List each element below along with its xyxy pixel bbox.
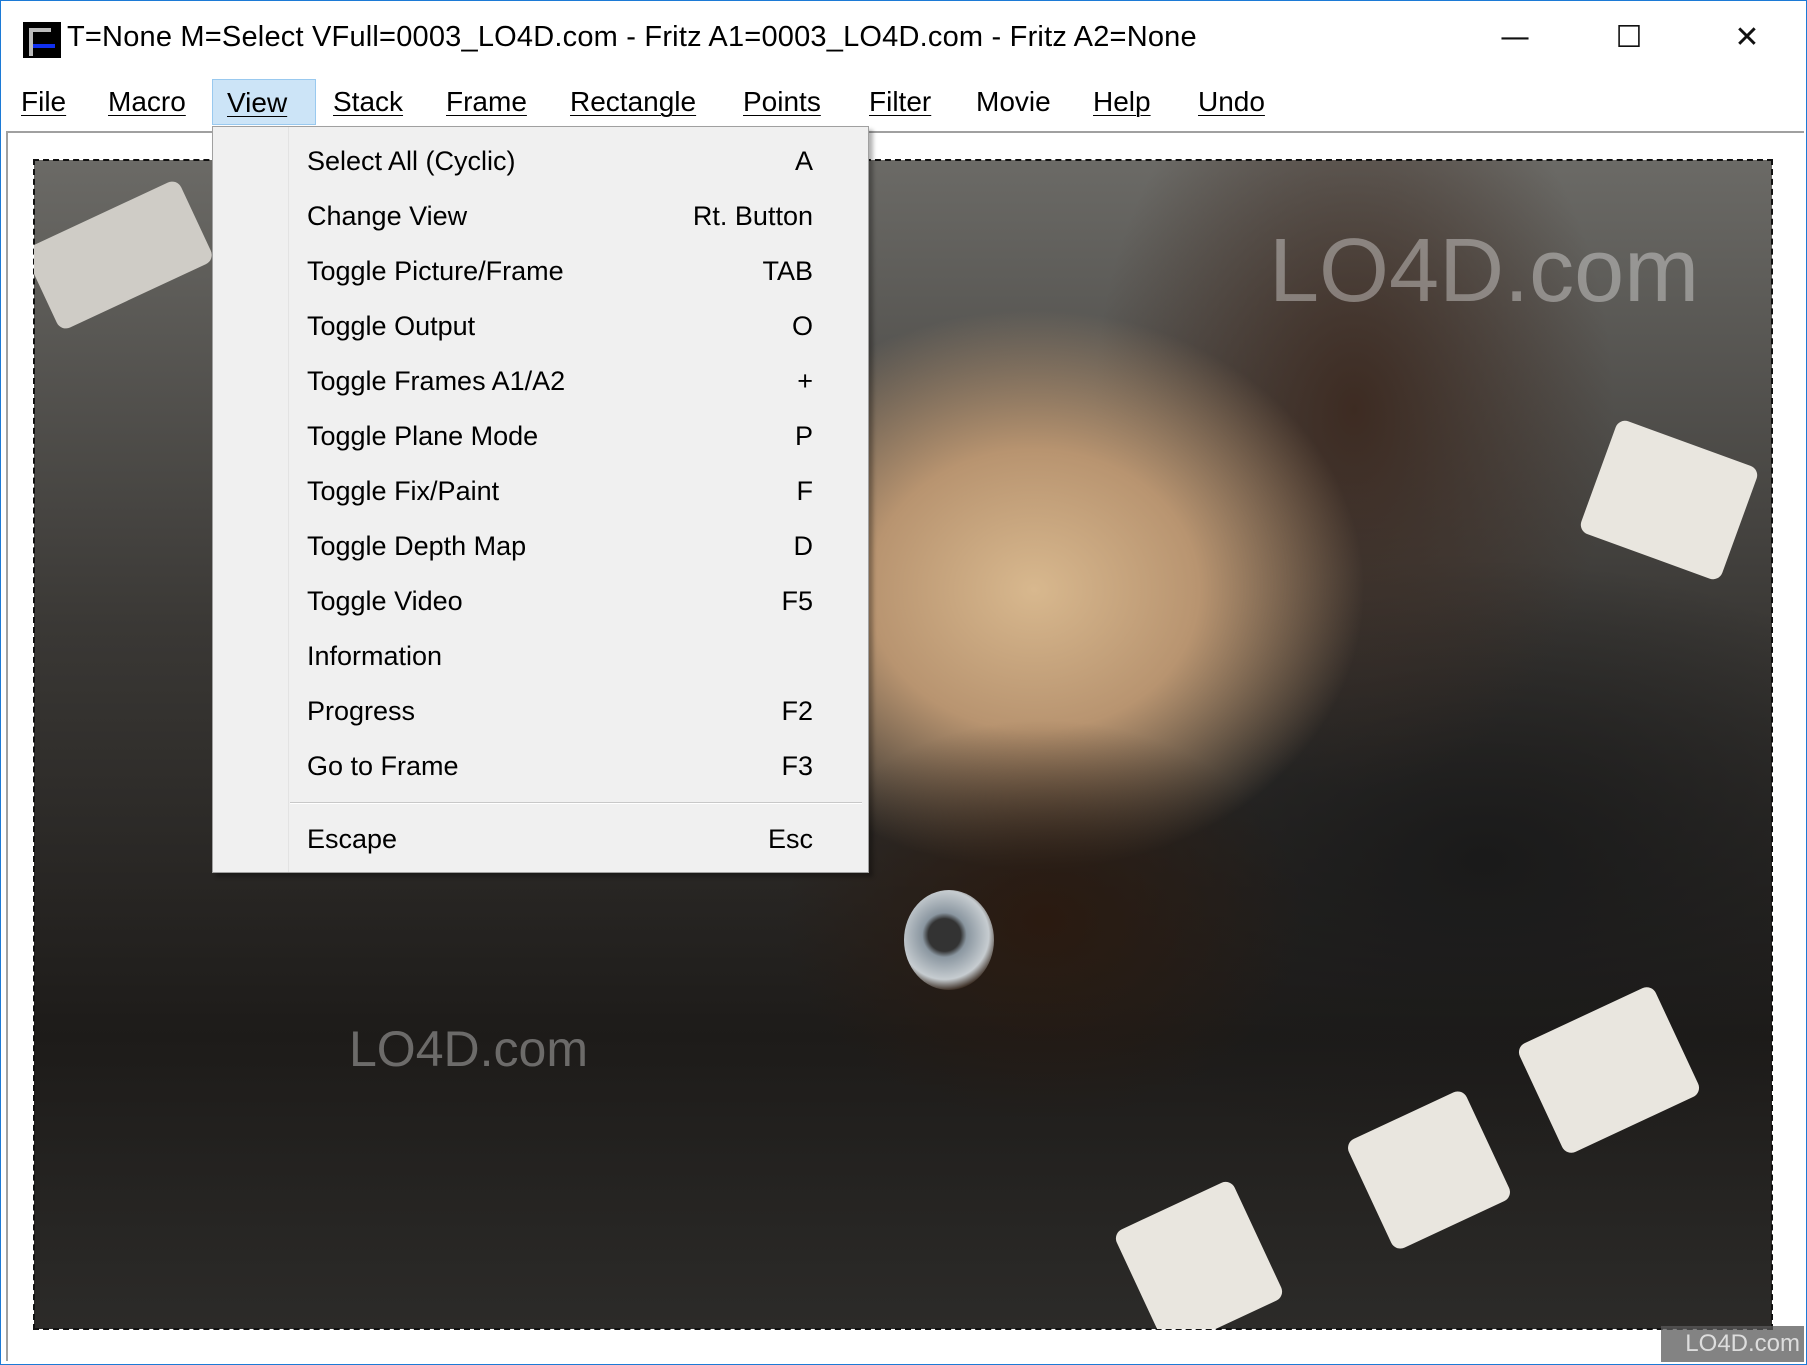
- menu-item-progress[interactable]: Progress F2: [215, 685, 865, 737]
- menu-view[interactable]: View: [212, 79, 316, 125]
- menu-item-shortcut: Rt. Button: [692, 201, 813, 231]
- watermark-badge: LO4D.com: [1661, 1326, 1804, 1362]
- background-object: [34, 178, 216, 332]
- menu-filter[interactable]: Filter: [855, 79, 945, 125]
- menu-item-label: Change View: [307, 201, 468, 231]
- menu-item-label: Select All (Cyclic): [307, 146, 516, 176]
- menu-item-toggle-output[interactable]: Toggle Output O: [215, 300, 865, 352]
- menu-item-change-view[interactable]: Change View Rt. Button: [215, 190, 865, 242]
- blanket-stripe: [1515, 983, 1703, 1157]
- cat-eye: [904, 890, 994, 990]
- menu-item-label: Toggle Frames A1/A2: [307, 366, 566, 396]
- menu-help[interactable]: Help: [1079, 79, 1165, 125]
- maximize-button[interactable]: ☐: [1599, 15, 1659, 61]
- menu-points[interactable]: Points: [729, 79, 835, 125]
- window-title: T=None M=Select VFull=0003_LO4D.com - Fr…: [67, 21, 1197, 53]
- menu-item-label: Toggle Picture/Frame: [307, 256, 564, 286]
- app-window: T=None M=Select VFull=0003_LO4D.com - Fr…: [0, 0, 1807, 1365]
- menu-item-toggle-picture-frame[interactable]: Toggle Picture/Frame TAB: [215, 245, 865, 297]
- menu-item-toggle-depth-map[interactable]: Toggle Depth Map D: [215, 520, 865, 572]
- view-menu-dropdown: Select All (Cyclic) A Change View Rt. Butt…: [212, 126, 869, 873]
- menu-item-shortcut: A: [794, 146, 813, 176]
- watermark-bottom: LO4D.com: [349, 1021, 588, 1077]
- menu-item-label: Progress: [307, 696, 416, 726]
- watermark-top: LO4D.com: [1269, 221, 1700, 321]
- menu-item-shortcut: F5: [781, 586, 813, 616]
- menu-item-shortcut: +: [797, 366, 813, 396]
- menu-item-label: Toggle Output: [307, 311, 476, 341]
- menu-item-escape[interactable]: Escape Esc: [215, 813, 865, 865]
- menu-item-shortcut: F: [796, 476, 814, 506]
- menu-item-label: Go to Frame: [307, 751, 459, 781]
- blanket-stripe: [1578, 417, 1760, 583]
- menu-macro[interactable]: Macro: [94, 79, 200, 125]
- menu-item-go-to-frame[interactable]: Go to Frame F3: [215, 740, 865, 792]
- menu-item-shortcut: TAB: [762, 256, 813, 286]
- menu-item-information[interactable]: Information: [215, 630, 865, 682]
- menu-item-shortcut: P: [794, 421, 813, 451]
- title-bar: T=None M=Select VFull=0003_LO4D.com - Fr…: [1, 1, 1806, 71]
- app-icon[interactable]: [23, 22, 61, 58]
- menu-item-shortcut: O: [791, 311, 813, 341]
- menu-movie[interactable]: Movie: [962, 79, 1065, 125]
- menu-stack[interactable]: Stack: [319, 79, 417, 125]
- blanket-stripe: [1112, 1178, 1286, 1329]
- menu-frame[interactable]: Frame: [432, 79, 541, 125]
- menu-item-shortcut: F3: [781, 751, 813, 781]
- menu-item-label: Toggle Fix/Paint: [307, 476, 500, 506]
- menu-item-toggle-plane-mode[interactable]: Toggle Plane Mode P: [215, 410, 865, 462]
- menu-item-label: Information: [307, 641, 443, 671]
- close-button[interactable]: ✕: [1717, 15, 1777, 61]
- menu-bar: File Macro View Stack Frame Rectangle Po…: [1, 79, 1806, 127]
- menu-item-label: Toggle Plane Mode: [307, 421, 539, 451]
- menu-undo[interactable]: Undo: [1184, 79, 1279, 125]
- menu-item-select-all[interactable]: Select All (Cyclic) A: [215, 135, 865, 187]
- menu-item-label: Toggle Video: [307, 586, 463, 616]
- menu-file[interactable]: File: [7, 79, 80, 125]
- menu-rectangle[interactable]: Rectangle: [556, 79, 710, 125]
- menu-item-toggle-video[interactable]: Toggle Video F5: [215, 575, 865, 627]
- menu-item-shortcut: D: [793, 531, 814, 561]
- menu-item-shortcut: F2: [781, 696, 813, 726]
- blanket-stripe: [1344, 1088, 1514, 1252]
- minimize-button[interactable]: —: [1485, 15, 1545, 61]
- menu-item-label: Escape: [307, 824, 398, 854]
- menu-item-shortcut: Esc: [767, 824, 813, 854]
- menu-item-label: Toggle Depth Map: [307, 531, 527, 561]
- menu-item-toggle-fix-paint[interactable]: Toggle Fix/Paint F: [215, 465, 865, 517]
- menu-separator: [290, 802, 862, 804]
- menu-item-toggle-frames[interactable]: Toggle Frames A1/A2 +: [215, 355, 865, 407]
